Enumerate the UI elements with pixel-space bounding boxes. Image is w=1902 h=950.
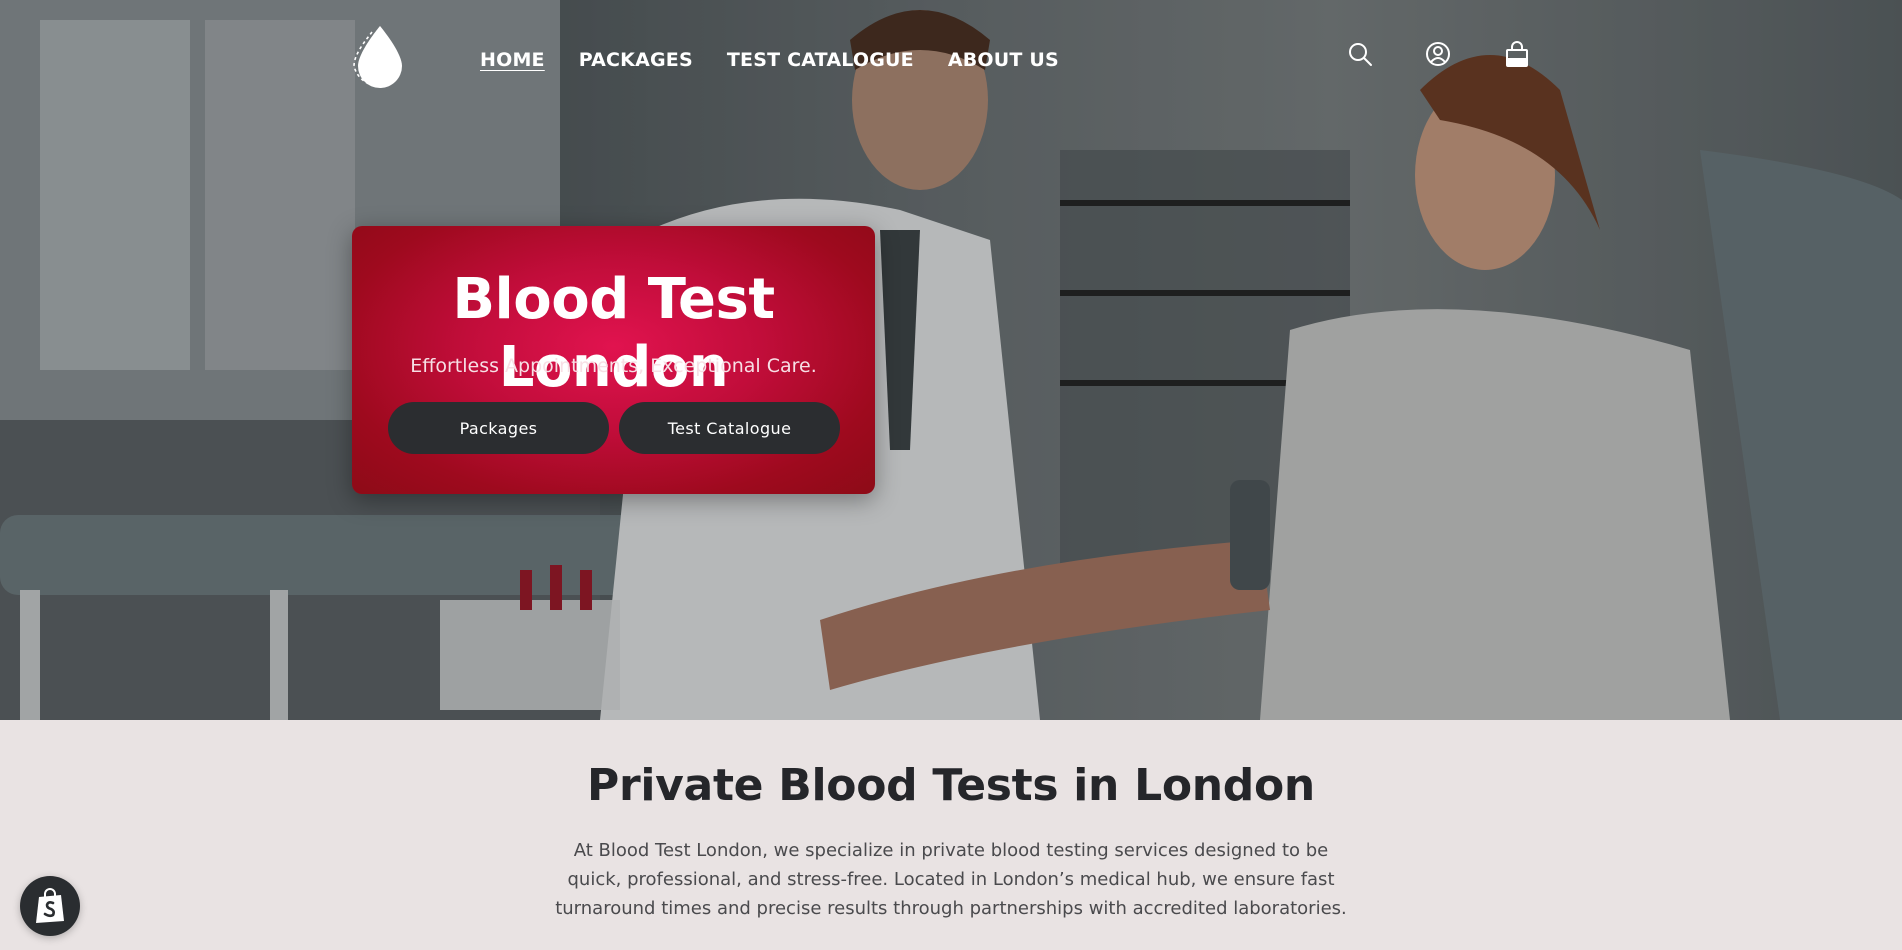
hero-title: Blood Test London [452,267,775,400]
cart-icon[interactable] [1503,40,1531,68]
nav-test-catalogue-link[interactable]: TEST CATALOGUE [727,48,914,72]
nav-about-us-link[interactable]: ABOUT US [948,48,1059,72]
nav-home-link[interactable]: HOME [480,48,545,72]
hero-subtitle: Effortless Appointments, Exceptional Car… [410,355,817,377]
hero-card: Blood Test London Effortless Appointment… [352,226,875,494]
main-nav: HOME PACKAGES TEST CATALOGUE ABOUT US [480,48,1059,72]
nav-packages-link[interactable]: PACKAGES [579,48,693,72]
intro-paragraph: At Blood Test London, we specialize in p… [555,840,1347,919]
test-catalogue-button[interactable]: Test Catalogue [619,402,840,454]
blood-drop-logo-icon[interactable] [350,22,410,88]
packages-button[interactable]: Packages [388,402,609,454]
hero-banner [0,0,1902,720]
search-icon[interactable] [1346,40,1374,68]
hero-overlay [0,0,1902,720]
intro-heading: Private Blood Tests in London [587,760,1315,811]
account-icon[interactable] [1424,40,1452,68]
shopify-bag-icon[interactable] [20,876,80,936]
